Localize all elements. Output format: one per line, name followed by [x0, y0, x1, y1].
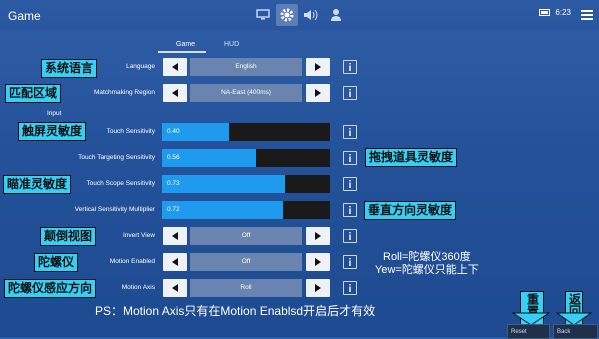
- region-label: Matchmaking Region: [93, 89, 155, 96]
- touch-sensitivity-slider[interactable]: 0.40: [162, 123, 330, 141]
- status-area: 6:23: [539, 8, 571, 17]
- region-next-button[interactable]: [306, 84, 330, 102]
- vertical-sensitivity-label: Vertical Sensitivity Multiplier: [74, 206, 155, 213]
- annotation-ps-note: PS：Motion Axis只有在Motion Enablsd开启后才有效: [95, 304, 376, 318]
- scope-sensitivity-label: Touch Scope Sensitivity: [86, 180, 155, 187]
- scope-sensitivity-row: Touch Scope Sensitivity 0.73: [0, 175, 599, 193]
- touch-sensitivity-label: Touch Sensitivity: [106, 128, 155, 135]
- motion-enabled-label: Motion Enabled: [109, 258, 155, 265]
- annotation-yew: Yew=陀螺仪只能上下: [375, 264, 479, 276]
- invert-view-label: Invert View: [122, 232, 155, 239]
- annotation-scope: 瞄准灵敏度: [3, 175, 72, 194]
- annotation-touch: 触屏灵敏度: [18, 122, 87, 141]
- info-icon[interactable]: [343, 255, 357, 269]
- vertical-sensitivity-slider[interactable]: 0.72: [162, 201, 330, 219]
- speaker-icon[interactable]: [302, 6, 320, 24]
- info-icon[interactable]: [343, 125, 357, 139]
- menu-icon[interactable]: [581, 8, 593, 22]
- targeting-sensitivity-slider[interactable]: 0.56: [162, 149, 330, 167]
- input-section-label: Input: [47, 110, 62, 117]
- annotation-gyro: 陀螺仪: [34, 253, 79, 272]
- axis-prev-button[interactable]: [163, 279, 187, 297]
- axis-next-button[interactable]: [306, 279, 330, 297]
- vertical-sensitivity-row: Vertical Sensitivity Multiplier 0.72: [0, 201, 599, 219]
- invert-prev-button[interactable]: [163, 227, 187, 245]
- info-icon[interactable]: [343, 281, 357, 295]
- slider-value: 0.73: [167, 180, 180, 187]
- info-icon[interactable]: [343, 151, 357, 165]
- region-row: Matchmaking Region NA-East (400ms): [0, 84, 599, 102]
- slider-value: 0.72: [167, 206, 180, 213]
- motion-next-button[interactable]: [306, 253, 330, 271]
- slider-value: 0.56: [167, 154, 180, 161]
- info-icon[interactable]: [343, 229, 357, 243]
- info-icon[interactable]: [343, 177, 357, 191]
- person-icon[interactable]: [327, 6, 345, 24]
- language-prev-button[interactable]: [163, 58, 187, 76]
- slider-fill: [162, 201, 283, 219]
- annotation-vertical: 垂直方向灵敏度: [364, 201, 457, 220]
- region-prev-button[interactable]: [163, 84, 187, 102]
- annotation-roll: Roll=陀螺仪360度: [383, 251, 471, 263]
- scope-sensitivity-slider[interactable]: 0.73: [162, 175, 330, 193]
- battery-icon: [539, 9, 551, 16]
- top-bar: Game 6:23: [0, 0, 599, 30]
- settings-tabs: Game HUD: [158, 41, 264, 53]
- language-value: English: [190, 58, 302, 76]
- tab-hud[interactable]: HUD: [224, 41, 239, 48]
- motion-prev-button[interactable]: [163, 253, 187, 271]
- targeting-sensitivity-row: Touch Targeting Sensitivity 0.56: [0, 149, 599, 167]
- info-icon[interactable]: [343, 203, 357, 217]
- motion-enabled-row: Motion Enabled Off: [0, 253, 599, 271]
- motion-enabled-value: Off: [190, 253, 302, 271]
- language-label: Language: [126, 63, 155, 70]
- active-tab-indicator: [158, 51, 206, 53]
- info-icon[interactable]: [343, 86, 357, 100]
- targeting-sensitivity-label: Touch Targeting Sensitivity: [78, 154, 155, 161]
- clock-time: 6:23: [555, 8, 571, 17]
- touch-sensitivity-row: Touch Sensitivity 0.40: [0, 123, 599, 141]
- annotation-targeting: 拖拽道具灵敏度: [365, 148, 458, 167]
- language-next-button[interactable]: [306, 58, 330, 76]
- motion-axis-value: Roll: [190, 279, 302, 297]
- annotation-language: 系统语言: [41, 59, 98, 78]
- info-icon[interactable]: [343, 60, 357, 74]
- gear-icon[interactable]: [276, 4, 298, 26]
- annotation-invert: 颠倒视图: [40, 227, 97, 246]
- annotation-region: 匹配区域: [5, 84, 62, 103]
- slider-fill: [162, 175, 285, 193]
- slider-value: 0.40: [167, 128, 180, 135]
- monitor-icon[interactable]: [254, 6, 272, 24]
- invert-next-button[interactable]: [306, 227, 330, 245]
- region-value: NA-East (400ms): [190, 84, 302, 102]
- invert-view-value: Off: [190, 227, 302, 245]
- page-title: Game: [8, 9, 41, 23]
- motion-axis-label: Motion Axis: [121, 284, 155, 291]
- tab-game[interactable]: Game: [176, 41, 195, 48]
- annotation-axis: 陀螺仪感应方向: [4, 279, 97, 298]
